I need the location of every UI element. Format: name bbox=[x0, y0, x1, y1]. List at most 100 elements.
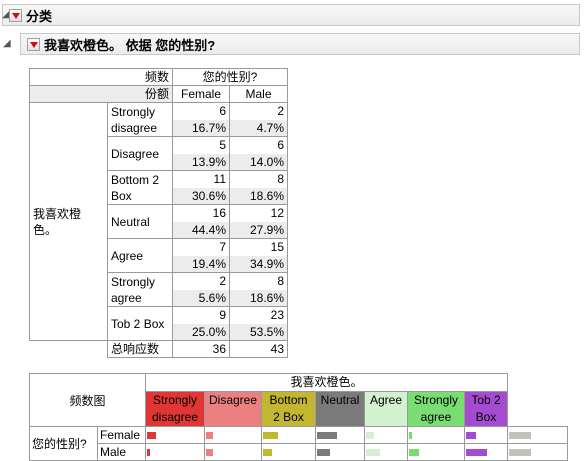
row-label-line1: Strongly bbox=[111, 274, 156, 289]
total-male: 43 bbox=[229, 340, 288, 358]
red-triangle-menu-icon[interactable] bbox=[9, 8, 22, 22]
mosaic-category-header bbox=[507, 391, 568, 427]
row-label-line1: Strongly bbox=[111, 104, 156, 119]
category-label-line1: Disagree bbox=[208, 393, 258, 407]
outline-header-categories[interactable]: ◢ 分类 bbox=[2, 4, 580, 26]
mosaic-bar bbox=[263, 448, 272, 456]
row-category-label: Bottom 2 Box bbox=[107, 170, 173, 205]
mosaic-category-header: Strongly disagree bbox=[145, 391, 205, 427]
corner-share-label: 份额 bbox=[29, 85, 173, 103]
mosaic-cell bbox=[204, 426, 262, 444]
category-label-line2: Box bbox=[475, 410, 497, 424]
col-header-male: Male bbox=[229, 85, 288, 103]
mosaic-bar bbox=[206, 431, 213, 439]
share-cell-male: 18.6% bbox=[229, 289, 288, 307]
count-cell-female: 2 bbox=[172, 272, 230, 290]
total-female: 36 bbox=[172, 340, 230, 358]
mosaic-bar bbox=[147, 431, 156, 439]
row-label-line1: Tob 2 Box bbox=[111, 316, 165, 331]
total-label: 总响应数 bbox=[107, 340, 173, 358]
mosaic-cell bbox=[261, 426, 316, 444]
category-label-line2: disagree bbox=[151, 410, 199, 424]
category-label-line1: Tob 2 bbox=[471, 393, 501, 407]
share-cell-female: 19.4% bbox=[172, 255, 230, 273]
row-label-line2: agree bbox=[111, 290, 142, 305]
mosaic-category-header: Disagree bbox=[204, 391, 262, 427]
outline-title: 分类 bbox=[26, 8, 53, 24]
row-label-line1: Neutral bbox=[111, 214, 150, 229]
outline-header-crosstab[interactable]: ◢ 我喜欢橙色。 依据 您的性别? bbox=[3, 33, 580, 55]
mosaic-cell bbox=[364, 426, 408, 444]
row-group-label: 我喜欢橙色。 bbox=[29, 102, 108, 341]
count-cell-female: 5 bbox=[172, 136, 230, 154]
share-cell-female: 16.7% bbox=[172, 119, 230, 137]
mosaic-bar bbox=[509, 431, 531, 439]
outline-title: 我喜欢橙色。 依据 您的性别? bbox=[44, 37, 216, 53]
share-cell-male: 14.0% bbox=[229, 153, 288, 171]
disclosure-triangle-icon[interactable]: ◢ bbox=[3, 38, 11, 49]
count-cell-male: 2 bbox=[229, 102, 288, 120]
corner-count-label: 频数 bbox=[29, 68, 173, 86]
category-label-line1: Strongly bbox=[413, 393, 459, 407]
mosaic-row-group-label: 您的性别? bbox=[29, 426, 98, 461]
mosaic-category-header: Bottom 2 Box bbox=[261, 391, 316, 427]
crosstab-table: 频数 您的性别? 份额 Female Male 我喜欢橙色。 Strongly di… bbox=[29, 68, 288, 358]
mosaic-cell bbox=[145, 426, 205, 444]
count-cell-female: 9 bbox=[172, 306, 230, 324]
mosaic-cell bbox=[261, 443, 316, 461]
mosaic-bar bbox=[366, 448, 380, 456]
mosaic-category-header: Tob 2 Box bbox=[464, 391, 508, 427]
count-cell-male: 15 bbox=[229, 238, 288, 256]
mosaic-bar bbox=[466, 431, 476, 439]
count-cell-male: 8 bbox=[229, 272, 288, 290]
red-triangle-menu-icon[interactable] bbox=[27, 37, 40, 51]
category-label-line1: Strongly bbox=[152, 393, 198, 407]
count-cell-male: 23 bbox=[229, 306, 288, 324]
mosaic-bar bbox=[366, 431, 374, 439]
mosaic-cell bbox=[407, 443, 465, 461]
col-group-header: 您的性别? bbox=[172, 68, 288, 86]
mosaic-row-label: Female bbox=[97, 426, 146, 444]
row-category-label: Strongly disagree bbox=[107, 102, 173, 137]
mosaic-cell bbox=[507, 443, 568, 461]
mosaic-cell bbox=[315, 443, 365, 461]
mosaic-bar bbox=[206, 448, 213, 456]
mosaic-bar bbox=[409, 448, 419, 456]
category-label-line2: agree bbox=[420, 410, 452, 424]
mosaic-bar bbox=[409, 431, 412, 439]
share-cell-male: 4.7% bbox=[229, 119, 288, 137]
mosaic-table: 频数图 我喜欢橙色。 Strongly disagree Disagree Bott… bbox=[29, 373, 568, 461]
row-label-line2: disagree bbox=[111, 120, 158, 135]
row-category-label: Disagree bbox=[107, 136, 173, 171]
row-category-label: Strongly agree bbox=[107, 272, 173, 307]
mosaic-cell bbox=[464, 426, 508, 444]
share-cell-female: 5.6% bbox=[172, 289, 230, 307]
row-category-label: Tob 2 Box bbox=[107, 306, 173, 341]
mosaic-cell bbox=[145, 443, 205, 461]
mosaic-cell bbox=[407, 426, 465, 444]
share-cell-female: 13.9% bbox=[172, 153, 230, 171]
mosaic-category-header: Agree bbox=[364, 391, 408, 427]
category-label-line1: Agree bbox=[369, 393, 403, 407]
row-label-line1: Bottom 2 bbox=[111, 172, 160, 187]
share-cell-female: 44.4% bbox=[172, 221, 230, 239]
mosaic-cell bbox=[507, 426, 568, 444]
count-cell-male: 6 bbox=[229, 136, 288, 154]
mosaic-cell bbox=[364, 443, 408, 461]
row-label-line1: Agree bbox=[111, 248, 144, 263]
count-cell-female: 11 bbox=[172, 170, 230, 188]
share-cell-female: 30.6% bbox=[172, 187, 230, 205]
mosaic-bar bbox=[317, 431, 337, 439]
row-label-line2: Box bbox=[111, 188, 132, 203]
count-cell-male: 12 bbox=[229, 204, 288, 222]
mosaic-cell bbox=[315, 426, 365, 444]
row-label-line1: Disagree bbox=[111, 146, 160, 161]
mosaic-cell bbox=[464, 443, 508, 461]
share-cell-male: 18.6% bbox=[229, 187, 288, 205]
count-cell-female: 16 bbox=[172, 204, 230, 222]
mosaic-category-header: Strongly agree bbox=[407, 391, 465, 427]
share-cell-male: 53.5% bbox=[229, 323, 288, 341]
share-cell-male: 34.9% bbox=[229, 255, 288, 273]
category-label-line1: Neutral bbox=[320, 393, 360, 407]
mosaic-bar bbox=[263, 431, 278, 439]
